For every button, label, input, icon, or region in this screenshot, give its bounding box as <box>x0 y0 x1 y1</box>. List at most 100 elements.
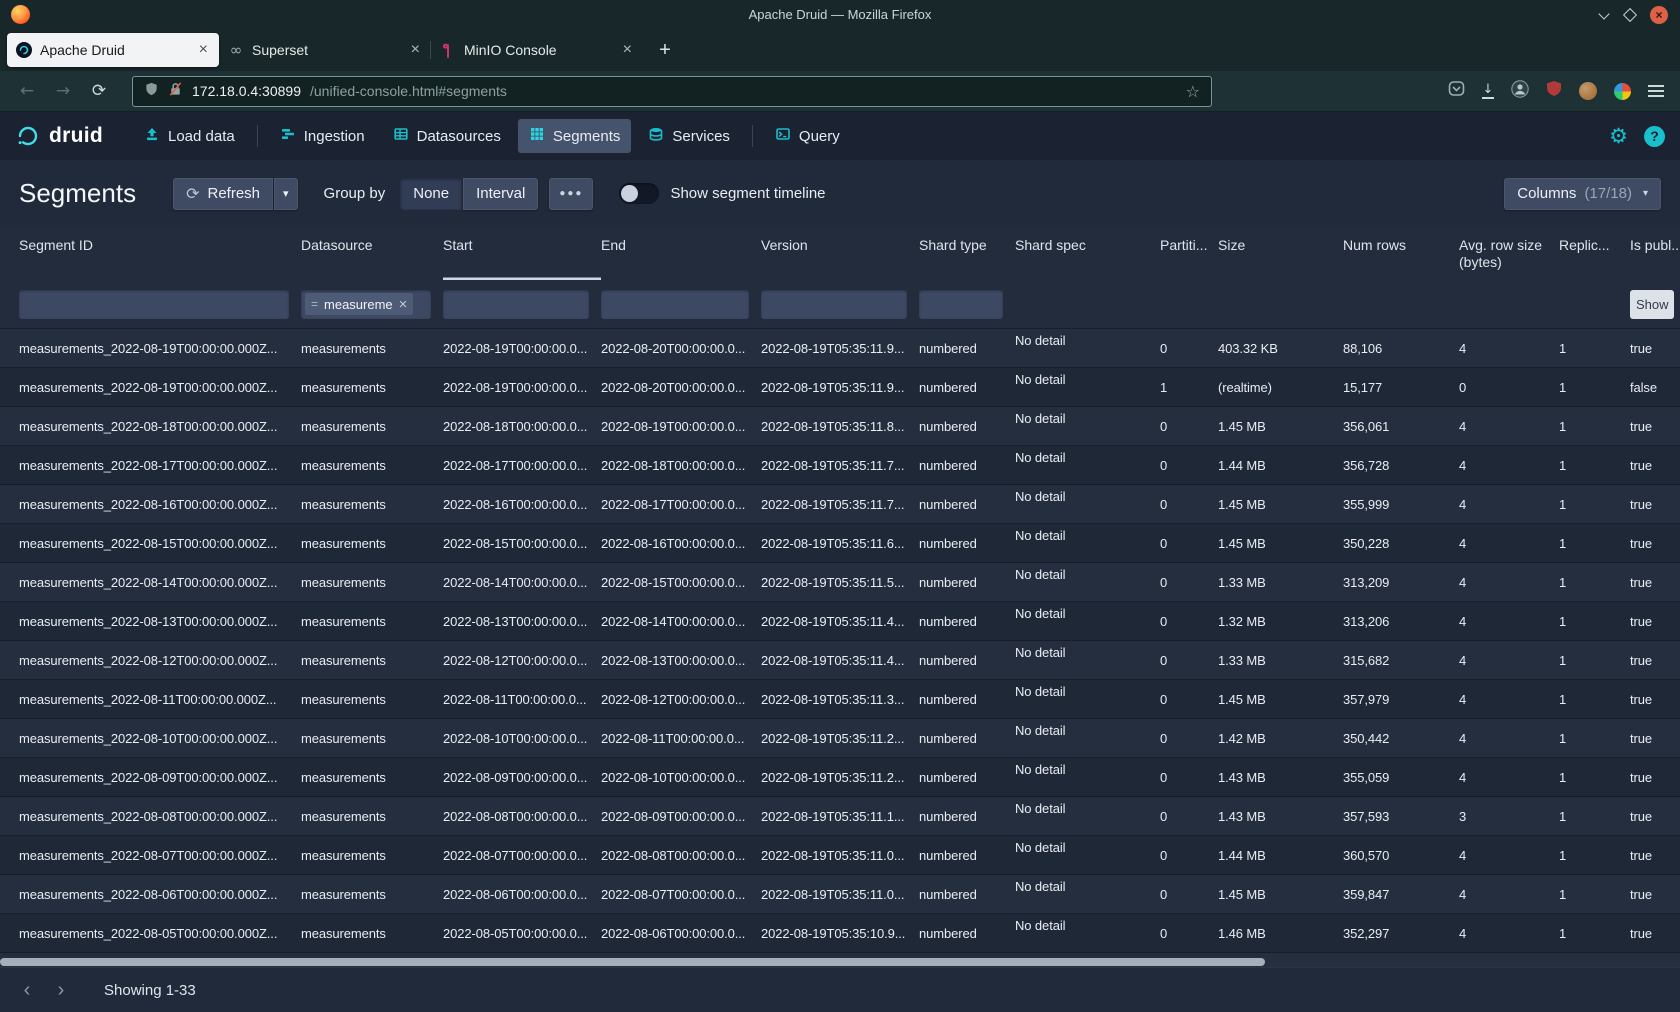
cell-replicas: 1 <box>1559 485 1630 523</box>
col-header-num-rows[interactable]: Num rows <box>1343 227 1459 280</box>
cell-segment-id: measurements_2022-08-13T00:00:00.000Z... <box>19 602 301 640</box>
nav-query[interactable]: Query <box>764 119 851 153</box>
cell-shard-spec: No detail <box>1015 719 1160 757</box>
col-header-version[interactable]: Version <box>761 227 919 280</box>
cell-avg-row-size: 0 <box>1459 368 1559 406</box>
help-icon[interactable]: ? <box>1644 126 1665 147</box>
window-maximize-icon[interactable] <box>1623 7 1637 21</box>
account-icon[interactable] <box>1511 80 1529 103</box>
nav-ingestion[interactable]: Ingestion <box>269 119 376 153</box>
ublock-icon[interactable] <box>1546 80 1562 102</box>
datasource-filter-input[interactable]: = measureme × <box>301 290 431 319</box>
start-filter-input[interactable] <box>443 290 589 319</box>
nav-datasources[interactable]: Datasources <box>382 119 512 153</box>
cell-is-published: true <box>1630 485 1680 523</box>
segment-timeline-toggle[interactable] <box>619 183 659 204</box>
table-row[interactable]: measurements_2022-08-19T00:00:00.000Z...… <box>0 329 1680 368</box>
cell-segment-id: measurements_2022-08-17T00:00:00.000Z... <box>19 446 301 484</box>
window-minimize-icon[interactable] <box>1599 10 1610 19</box>
col-header-is-published[interactable]: Is publ... <box>1630 227 1680 280</box>
version-filter-input[interactable] <box>761 290 907 319</box>
settings-gear-icon[interactable]: ⚙ <box>1609 124 1628 148</box>
table-row[interactable]: measurements_2022-08-17T00:00:00.000Z...… <box>0 446 1680 485</box>
col-header-size[interactable]: Size <box>1218 227 1343 280</box>
nav-segments[interactable]: Segments <box>518 119 632 153</box>
table-row[interactable]: measurements_2022-08-05T00:00:00.000Z...… <box>0 914 1680 953</box>
extension-pinwheel-icon[interactable] <box>1614 83 1631 100</box>
table-row[interactable]: measurements_2022-08-10T00:00:00.000Z...… <box>0 719 1680 758</box>
shard-type-filter-input[interactable] <box>919 290 1003 319</box>
refresh-dropdown-button[interactable]: ▾ <box>274 178 298 210</box>
nav-load-data[interactable]: Load data <box>133 119 246 153</box>
tab-close-icon[interactable]: × <box>621 41 634 59</box>
table-row[interactable]: measurements_2022-08-07T00:00:00.000Z...… <box>0 836 1680 875</box>
group-by-interval-button[interactable]: Interval <box>463 178 538 210</box>
insecure-lock-icon[interactable] <box>168 81 183 102</box>
datasource-filter-tag[interactable]: = measureme × <box>305 293 413 315</box>
tracking-shield-icon[interactable] <box>144 81 159 102</box>
refresh-button[interactable]: ⟳ Refresh <box>173 178 273 210</box>
window-close-icon[interactable]: × <box>1650 6 1668 24</box>
new-tab-button[interactable]: + <box>650 35 680 65</box>
tab-close-icon[interactable]: × <box>409 41 422 59</box>
col-header-datasource[interactable]: Datasource <box>301 227 443 280</box>
hamburger-menu-icon[interactable] <box>1648 85 1664 97</box>
cell-size: 1.43 MB <box>1218 797 1343 835</box>
columns-button[interactable]: Columns (17/18) ▾ <box>1504 178 1661 210</box>
col-header-avg-row-size[interactable]: Avg. row size (bytes) <box>1459 227 1559 280</box>
cell-datasource: measurements <box>301 563 443 601</box>
segment-id-filter-input[interactable] <box>19 290 289 319</box>
cell-num-rows: 350,442 <box>1343 719 1459 757</box>
col-header-shard-spec[interactable]: Shard spec <box>1015 227 1160 280</box>
is-published-filter[interactable]: Show <box>1630 290 1674 319</box>
cell-end: 2022-08-07T00:00:00.0... <box>601 875 761 913</box>
forward-button[interactable]: → <box>48 81 78 101</box>
table-row[interactable]: measurements_2022-08-11T00:00:00.000Z...… <box>0 680 1680 719</box>
group-by-none-button[interactable]: None <box>400 178 462 210</box>
browser-tab-superset[interactable]: ∞ Superset × <box>219 33 431 67</box>
table-row[interactable]: measurements_2022-08-15T00:00:00.000Z...… <box>0 524 1680 563</box>
table-row[interactable]: measurements_2022-08-09T00:00:00.000Z...… <box>0 758 1680 797</box>
cell-datasource: measurements <box>301 836 443 874</box>
col-header-shard-type[interactable]: Shard type <box>919 227 1015 280</box>
filter-tag-remove-icon[interactable]: × <box>399 296 408 313</box>
profile-avatar-icon[interactable] <box>1579 82 1597 100</box>
end-filter-input[interactable] <box>601 290 749 319</box>
col-header-end[interactable]: End <box>601 227 761 280</box>
table-row[interactable]: measurements_2022-08-08T00:00:00.000Z...… <box>0 797 1680 836</box>
nav-services[interactable]: Services <box>637 119 741 153</box>
cell-num-rows: 356,061 <box>1343 407 1459 445</box>
url-host: 172.18.0.4:30899 <box>192 83 301 99</box>
tab-close-icon[interactable]: × <box>197 41 210 59</box>
druid-logo[interactable]: druid <box>15 123 103 149</box>
browser-tab-apache-druid[interactable]: Apache Druid × <box>7 33 219 67</box>
url-bar[interactable]: 172.18.0.4:30899 /unified-console.html#s… <box>132 76 1212 107</box>
table-row[interactable]: measurements_2022-08-18T00:00:00.000Z...… <box>0 407 1680 446</box>
pocket-icon[interactable] <box>1448 80 1465 102</box>
downloads-icon[interactable]: ↓ <box>1482 84 1494 99</box>
cell-datasource: measurements <box>301 914 443 952</box>
cell-shard-spec: No detail <box>1015 446 1160 484</box>
col-header-segment-id[interactable]: Segment ID <box>19 227 301 280</box>
col-header-start[interactable]: Start <box>443 227 601 280</box>
reload-button[interactable]: ⟳ <box>84 81 114 101</box>
table-row[interactable]: measurements_2022-08-16T00:00:00.000Z...… <box>0 485 1680 524</box>
bookmark-star-icon[interactable]: ☆ <box>1186 82 1200 101</box>
cell-shard-spec: No detail <box>1015 485 1160 523</box>
table-row[interactable]: measurements_2022-08-13T00:00:00.000Z...… <box>0 602 1680 641</box>
cell-avg-row-size: 4 <box>1459 602 1559 640</box>
table-row[interactable]: measurements_2022-08-14T00:00:00.000Z...… <box>0 563 1680 602</box>
prev-page-button[interactable]: ‹ <box>16 979 38 1002</box>
next-page-button[interactable]: › <box>50 979 72 1002</box>
table-row[interactable]: measurements_2022-08-19T00:00:00.000Z...… <box>0 368 1680 407</box>
more-options-button[interactable]: ●●● <box>549 178 593 210</box>
horizontal-scrollbar-thumb[interactable] <box>0 958 1265 966</box>
table-row[interactable]: measurements_2022-08-12T00:00:00.000Z...… <box>0 641 1680 680</box>
col-header-partition[interactable]: Partiti... <box>1160 227 1218 280</box>
browser-tab-minio-console[interactable]: MinIO Console × <box>431 33 643 67</box>
back-button[interactable]: ← <box>12 81 42 101</box>
cell-avg-row-size: 4 <box>1459 524 1559 562</box>
col-header-replicas[interactable]: Replic... <box>1559 227 1630 280</box>
table-row[interactable]: measurements_2022-08-06T00:00:00.000Z...… <box>0 875 1680 914</box>
horizontal-scrollbar[interactable] <box>0 957 1680 967</box>
